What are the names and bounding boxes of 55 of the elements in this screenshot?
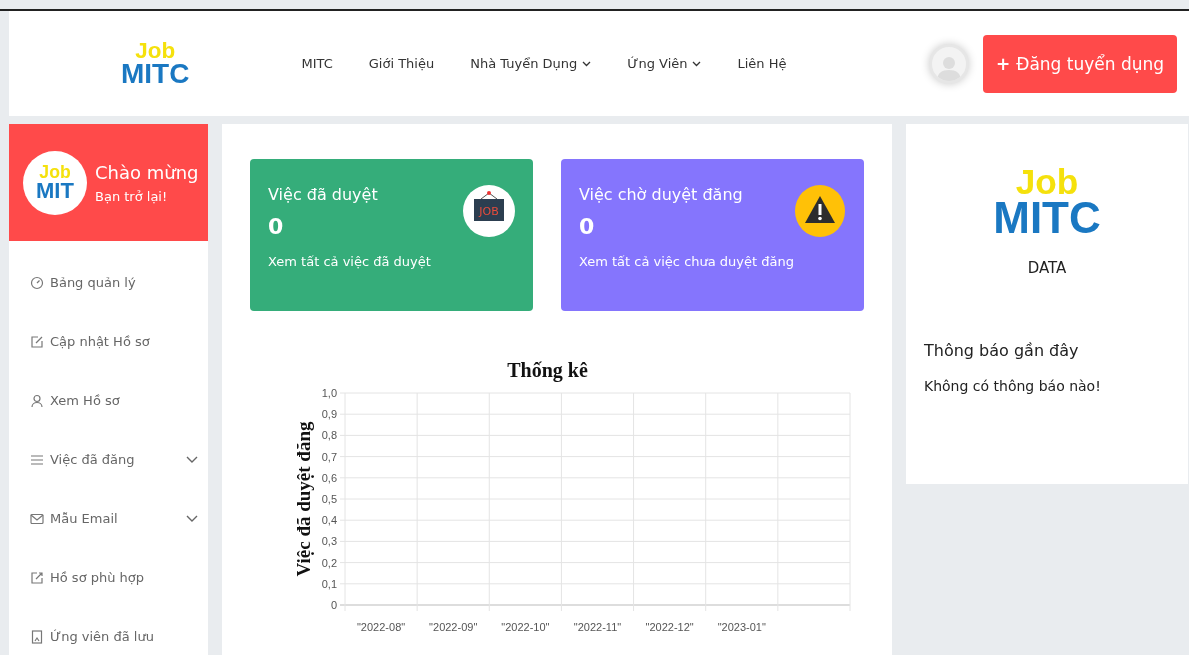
welcome-title: Chào mừng: [95, 161, 199, 183]
sidebar-item[interactable]: Bảng quản lý: [9, 253, 208, 312]
mail-icon: [30, 511, 44, 526]
x-tick-label: "2022-08": [357, 621, 406, 633]
y-tick-label: 0,7: [321, 450, 337, 463]
stat-title: Việc đã duyệt: [268, 185, 379, 204]
bookmark-icon: [30, 629, 44, 644]
stat-count: 0: [268, 214, 285, 239]
y-tick-label: 0,2: [321, 556, 337, 569]
menu-icon: [30, 452, 44, 467]
external-link-icon: [30, 570, 44, 585]
y-tick-label: 0,9: [321, 408, 337, 421]
warning-icon: [794, 185, 846, 237]
x-tick-label: "2022-12": [645, 621, 694, 633]
edit-icon: [30, 334, 44, 349]
y-tick-label: 0,4: [321, 514, 337, 527]
y-tick-label: 0: [330, 599, 337, 611]
nav-link[interactable]: Giới Thiệu: [368, 56, 435, 71]
y-axis-title: Việc đã duyệt đăng: [293, 421, 314, 577]
x-tick-label: "2022-11": [573, 621, 622, 633]
nav-link[interactable]: MITC: [301, 56, 333, 71]
sidebar-item[interactable]: Ứng viên đã lưu: [9, 607, 208, 655]
gauge-icon: [30, 275, 44, 290]
y-tick-label: 0,1: [321, 577, 337, 590]
sidebar-item[interactable]: Mẫu Email: [9, 489, 208, 548]
x-tick-label: "2022-10": [501, 621, 550, 633]
post-job-button[interactable]: + Đăng tuyển dụng: [983, 34, 1177, 93]
sidebar-item[interactable]: Cập nhật Hồ sơ: [9, 312, 208, 371]
y-tick-label: 0,5: [321, 493, 337, 505]
job-sign-icon: JOB: [462, 185, 515, 237]
logo-caption: DATA: [1026, 259, 1068, 278]
y-tick-label: 0,6: [321, 471, 337, 484]
site-logo: Job MITC: [121, 40, 190, 87]
nav-link[interactable]: Nhà Tuyển Dụng: [470, 56, 592, 71]
sidebar-item[interactable]: Việc đã đăng: [9, 430, 208, 489]
y-tick-label: 1,0: [321, 387, 337, 399]
notifications-empty: Không có thông báo nào!: [924, 378, 1102, 395]
stat-link[interactable]: Xem tất cả việc chưa duyệt đăng: [578, 254, 794, 269]
stat-count: 0: [578, 214, 596, 239]
nav-link[interactable]: Ứng Viên: [627, 56, 702, 71]
chart-title: Thống kê: [507, 359, 588, 381]
welcome-subtitle: Bạn trở lại!: [95, 188, 169, 204]
x-tick-label: "2022-09": [429, 621, 478, 633]
sidebar-item[interactable]: Hồ sơ phù hợp: [9, 548, 208, 607]
logo-text: Job MIT: [36, 164, 74, 201]
x-tick-label: "2023-01": [717, 621, 766, 633]
y-tick-label: 0,3: [321, 535, 337, 548]
stat-title: Việc chờ duyệt đăng: [578, 185, 744, 204]
notifications-title: Thông báo gần đây: [924, 341, 1080, 361]
nav-link[interactable]: Liên Hệ: [737, 56, 787, 71]
sidebar-item[interactable]: Xem Hồ sơ: [9, 371, 208, 430]
user-avatar[interactable]: [929, 43, 969, 84]
user-icon: [30, 393, 44, 408]
logo-image: Job MITC: [993, 166, 1101, 238]
y-tick-label: 0,8: [321, 429, 337, 442]
